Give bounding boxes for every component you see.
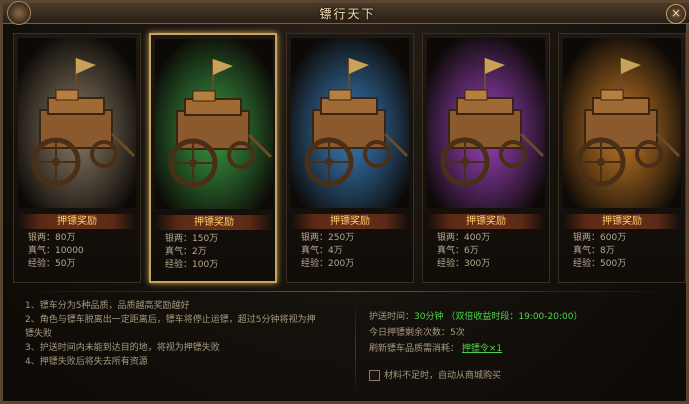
reward-info: 银两：250万 真气：4万 经验：200万 [301,232,411,271]
cart-art [291,38,409,208]
qi-label: 真气： [301,246,329,256]
silver-value: 400万 [464,233,491,243]
remaining-label: 今日押镖剩余次数： [369,328,451,338]
exp-label: 经验： [573,259,601,269]
qi-value: 6万 [464,246,479,256]
qi-row: 真气：4万 [301,245,411,258]
rule-line: 4、押镖失败后将失去所有资源 [25,357,148,367]
rules-list: 1、镖车分为5种品质，品质越高奖励越好 2、角色与镖车脱离出一定距离后，镖车将停… [25,299,345,369]
reward-banner: 押镖奖励 [427,214,545,229]
silver-row: 银两：80万 [28,232,138,245]
silver-label: 银两： [165,234,193,244]
cart-illustration-icon [155,39,273,209]
rule-line: 1、镖车分为5种品质，品质越高奖励越好 [25,301,190,311]
escort-time-value: 30分钟 [414,312,444,322]
cart-illustration-icon [291,38,409,208]
exp-value: 50万 [55,259,76,269]
qi-value: 4万 [328,246,343,256]
exp-row: 经验：500万 [573,258,683,271]
refresh-cost-row: 刷新镖车品质需消耗： 押镖令×1 [369,341,679,357]
exp-row: 经验：50万 [28,258,138,271]
silver-label: 银两： [573,233,601,243]
cart-art [155,39,273,209]
silver-value: 150万 [192,234,219,244]
double-bonus-text: （双倍收益时段：19:00-20:00） [446,312,583,322]
cart-card-5[interactable]: 押镖奖励 银两：600万 真气：8万 经验：500万 [558,33,686,283]
reward-banner: 押镖奖励 [291,214,409,229]
reward-info: 银两：600万 真气：8万 经验：500万 [573,232,683,271]
qi-value: 10000 [55,246,84,256]
exp-row: 经验：100万 [165,259,275,272]
auto-buy-label: 材料不足时，自动从商城购买 [384,371,502,381]
silver-value: 80万 [55,233,76,243]
exp-value: 100万 [192,260,219,270]
cart-illustration-icon [563,38,681,208]
cart-illustration-icon [18,38,136,208]
cart-art [427,38,545,208]
silver-label: 银两： [437,233,465,243]
exp-label: 经验： [165,260,193,270]
cart-card-4[interactable]: 押镖奖励 银两：400万 真气：6万 经验：300万 [422,33,550,283]
cart-cards: 押镖奖励 银两：80万 真气：10000 经验：50万 押镖奖励 银两：150万 真气：2… [13,33,686,286]
title-bar: 镖行天下 × [3,1,689,25]
window-title: 镖行天下 [319,7,376,21]
cart-illustration-icon [427,38,545,208]
qi-value: 8万 [600,246,615,256]
escort-time-label: 护送时间： [369,312,415,322]
auto-buy-checkbox[interactable] [369,370,380,381]
remaining-value: 5次 [450,328,465,338]
silver-row: 银两：150万 [165,233,275,246]
reward-info: 银两：150万 真气：2万 经验：100万 [165,233,275,272]
qi-label: 真气： [573,246,601,256]
exp-row: 经验：300万 [437,258,547,271]
escort-time-row: 护送时间：30分钟 （双倍收益时段：19:00-20:00） [369,309,679,325]
section-divider [13,291,682,292]
rule-line: 镖失败 [25,329,53,339]
exp-value: 300万 [464,259,491,269]
refresh-cost-label: 刷新镖车品质需消耗： [369,344,460,354]
close-button[interactable]: × [666,4,686,24]
silver-value: 600万 [600,233,627,243]
silver-row: 银两：600万 [573,232,683,245]
remaining-row: 今日押镖剩余次数：5次 [369,325,679,341]
exp-label: 经验： [437,259,465,269]
exp-label: 经验： [301,259,329,269]
cart-card-2[interactable]: 押镖奖励 银两：150万 真气：2万 经验：100万 [149,33,277,283]
cart-art [18,38,136,208]
rule-line: 2、角色与镖车脱离出一定距离后，镖车将停止运镖，超过5分钟将视为押 [25,315,316,325]
exp-value: 200万 [328,259,355,269]
silver-row: 银两：400万 [437,232,547,245]
escort-window: 镖行天下 × 押镖奖励 银两：80万 真气：10000 经验：50万 押镖奖励 银两：1… [0,0,689,404]
silver-label: 银两： [301,233,329,243]
reward-info: 银两：400万 真气：6万 经验：300万 [437,232,547,271]
qi-row: 真气：8万 [573,245,683,258]
qi-value: 2万 [192,247,207,257]
reward-banner: 押镖奖励 [18,214,136,229]
refresh-item-link[interactable]: 押镖令×1 [462,344,502,354]
qi-row: 真气：10000 [28,245,138,258]
cart-art [563,38,681,208]
reward-info: 银两：80万 真气：10000 经验：50万 [28,232,138,271]
cart-card-3[interactable]: 押镖奖励 银两：250万 真气：4万 经验：200万 [286,33,414,283]
reward-banner: 押镖奖励 [563,214,681,229]
qi-label: 真气： [28,246,56,256]
silver-value: 250万 [328,233,355,243]
rule-line: 3、护送时间内未能到达目的地，将视为押镖失败 [25,343,220,353]
escort-info-panel: 护送时间：30分钟 （双倍收益时段：19:00-20:00） 今日押镖剩余次数：… [369,309,679,357]
vertical-divider [355,299,356,399]
exp-label: 经验： [28,259,56,269]
silver-label: 银两： [28,233,56,243]
cart-card-1[interactable]: 押镖奖励 银两：80万 真气：10000 经验：50万 [13,33,141,283]
auto-buy-row[interactable]: 材料不足时，自动从商城购买 [369,369,501,383]
qi-label: 真气： [437,246,465,256]
qi-row: 真气：2万 [165,246,275,259]
qi-label: 真气： [165,247,193,257]
exp-row: 经验：200万 [301,258,411,271]
reward-banner: 押镖奖励 [155,215,273,230]
exp-value: 500万 [600,259,627,269]
silver-row: 银两：250万 [301,232,411,245]
qi-row: 真气：6万 [437,245,547,258]
